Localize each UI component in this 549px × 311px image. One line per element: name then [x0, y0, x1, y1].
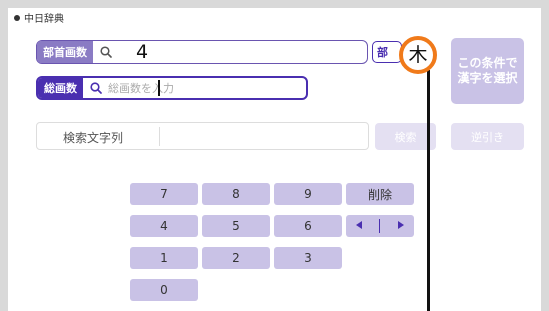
select-button-line1: この条件で [457, 56, 518, 70]
key-7[interactable]: 7 [130, 183, 198, 205]
reverse-lookup-label: 逆引き [471, 130, 504, 144]
select-kanji-button[interactable]: この条件で 漢字を選択 [451, 38, 524, 104]
text-cursor [158, 80, 160, 96]
kanji-magnifier: 木 [399, 36, 437, 74]
arrow-divider [379, 219, 381, 233]
key-3[interactable]: 3 [274, 247, 342, 269]
app-title-text: 中日辞典 [24, 14, 64, 25]
radical-strokes-field[interactable]: 部首画数 4 [36, 40, 368, 64]
arrow-right-icon[interactable] [396, 219, 406, 233]
search-string-label: 検索文字列 [63, 131, 124, 145]
radical-button[interactable]: 部 [372, 41, 402, 63]
cursor-arrows-key[interactable] [346, 215, 414, 237]
total-strokes-tag: 総画数 [38, 78, 83, 98]
search-button-label: 検索 [394, 130, 417, 144]
radical-strokes-value: 4 [136, 41, 149, 63]
arrow-left-icon[interactable] [354, 219, 364, 233]
field-divider [159, 127, 160, 146]
key-6[interactable]: 6 [274, 215, 342, 237]
total-strokes-field[interactable]: 総画数 総画数を入力 [36, 76, 308, 100]
radical-strokes-tag: 部首画数 [37, 41, 93, 63]
kanji-character: 木 [408, 43, 428, 66]
total-strokes-placeholder: 総画数を入力 [108, 82, 174, 95]
key-5[interactable]: 5 [202, 215, 270, 237]
key-2[interactable]: 2 [202, 247, 270, 269]
app-title: 中日辞典 [14, 10, 64, 25]
select-button-line2: 漢字を選択 [457, 71, 518, 85]
search-icon [90, 82, 102, 94]
key-9[interactable]: 9 [274, 183, 342, 205]
key-0[interactable]: 0 [130, 279, 198, 301]
bullet-icon [14, 14, 20, 21]
key-1[interactable]: 1 [130, 247, 198, 269]
search-string-field[interactable]: 検索文字列 [36, 122, 369, 150]
reverse-lookup-button[interactable]: 逆引き [451, 123, 524, 150]
key-4[interactable]: 4 [130, 215, 198, 237]
radical-button-label: 部 [377, 46, 388, 59]
pointer-line [427, 70, 430, 311]
key-8[interactable]: 8 [202, 183, 270, 205]
delete-key[interactable]: 削除 [346, 183, 414, 205]
search-icon [100, 46, 112, 58]
